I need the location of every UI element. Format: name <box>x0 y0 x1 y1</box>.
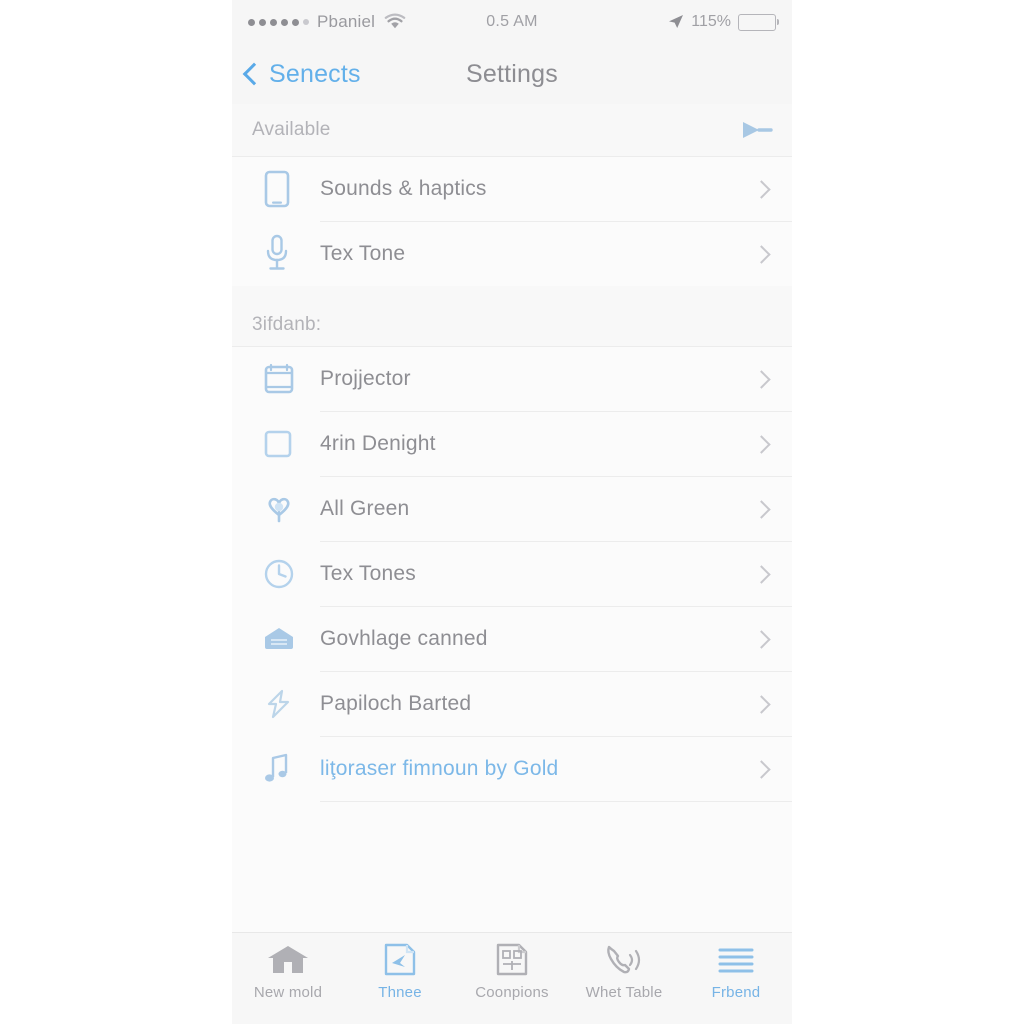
tab-label: New mold <box>253 984 323 1001</box>
section-header-available: Available <box>232 104 792 156</box>
back-button-label: Senects <box>269 59 361 88</box>
settings-list: Available Sounds & haptics Tex Tone 3ifd… <box>232 104 792 976</box>
carrier-name: Pbaniel <box>317 12 376 31</box>
chevron-right-icon <box>752 179 771 199</box>
lightning-bolt-icon <box>262 687 308 721</box>
mailbox-icon <box>262 625 308 653</box>
list-item[interactable]: Projjector <box>232 347 792 411</box>
list-item[interactable]: Tex Tones <box>232 542 792 606</box>
list-item[interactable]: Tex Tone <box>232 222 792 286</box>
list-item-label: Papiloch Barted <box>320 692 472 715</box>
tab-label: Coonpions <box>475 984 549 1001</box>
home-icon <box>265 943 311 977</box>
status-bar-left: Pbaniel <box>248 12 668 32</box>
chevron-right-icon <box>752 434 771 454</box>
list-item-label: liţoraser fimnoun by Gold <box>320 757 559 780</box>
tab-label: Thnee <box>378 984 422 1001</box>
chevron-right-icon <box>752 759 771 779</box>
status-bar: Pbaniel 0.5 AM 115% <box>232 0 792 44</box>
tab-new-mold[interactable]: New mold <box>232 943 344 1001</box>
send-icon[interactable] <box>740 118 774 142</box>
navigation-bar: Senects Settings <box>232 44 792 104</box>
chevron-right-icon <box>752 244 771 264</box>
tab-label: Frbend <box>711 984 761 1001</box>
phone-call-icon <box>603 943 645 977</box>
list-item-label: 4rin Denight <box>320 432 436 455</box>
microphone-icon <box>262 234 308 274</box>
tab-label: Whet Table <box>585 984 663 1001</box>
list-item[interactable]: Sounds & haptics <box>232 157 792 221</box>
chevron-left-icon <box>242 62 266 86</box>
heart-balloon-icon <box>262 492 308 526</box>
list-item-label: Projjector <box>320 367 411 390</box>
music-note-icon <box>262 752 308 786</box>
back-button[interactable]: Senects <box>242 59 361 89</box>
list-item-label: All Green <box>320 497 410 520</box>
list-item-label: Govhlage canned <box>320 627 488 650</box>
list-item[interactable]: All Green <box>232 477 792 541</box>
list-item[interactable]: liţoraser fimnoun by Gold <box>232 737 792 801</box>
location-arrow-icon <box>668 14 684 30</box>
document-grid-icon <box>493 943 531 977</box>
square-outline-icon <box>262 428 308 460</box>
bottom-tab-bar: New mold Thnee Coonpions Whet Table Frbe… <box>232 932 792 1024</box>
divider <box>320 801 792 802</box>
section-header-label: 3ifdanb: <box>252 314 322 335</box>
chevron-right-icon <box>752 499 771 519</box>
chevron-right-icon <box>752 564 771 584</box>
list-item-label: Tex Tones <box>320 562 416 585</box>
tab-frbend[interactable]: Frbend <box>680 943 792 1001</box>
calendar-box-icon <box>262 362 308 396</box>
section-header-secondary: 3ifdanb: <box>232 286 792 346</box>
list-item[interactable]: Papiloch Barted <box>232 672 792 736</box>
signal-strength-dots-icon <box>248 18 309 26</box>
screenshot-canvas: Pbaniel 0.5 AM 115% Senects Settings Ava… <box>0 0 1024 1024</box>
battery-icon <box>738 13 776 31</box>
tab-thnee[interactable]: Thnee <box>344 943 456 1001</box>
list-item-label: Tex Tone <box>320 242 406 265</box>
hamburger-menu-icon <box>716 943 756 977</box>
tab-coonpions[interactable]: Coonpions <box>456 943 568 1001</box>
status-bar-right: 115% <box>668 13 776 31</box>
list-item[interactable]: Govhlage canned <box>232 607 792 671</box>
tab-whet-table[interactable]: Whet Table <box>568 943 680 1001</box>
section-header-label: Available <box>252 119 331 140</box>
battery-percent-label: 115% <box>691 13 731 30</box>
wifi-icon <box>383 13 407 31</box>
phone-device-icon <box>262 170 308 208</box>
list-item-label: Sounds & haptics <box>320 177 487 200</box>
list-item[interactable]: 4rin Denight <box>232 412 792 476</box>
phone-screen: Pbaniel 0.5 AM 115% Senects Settings Ava… <box>232 0 792 1024</box>
document-send-icon <box>381 943 419 977</box>
chevron-right-icon <box>752 369 771 389</box>
clock-icon <box>262 557 308 591</box>
chevron-right-icon <box>752 629 771 649</box>
chevron-right-icon <box>752 694 771 714</box>
